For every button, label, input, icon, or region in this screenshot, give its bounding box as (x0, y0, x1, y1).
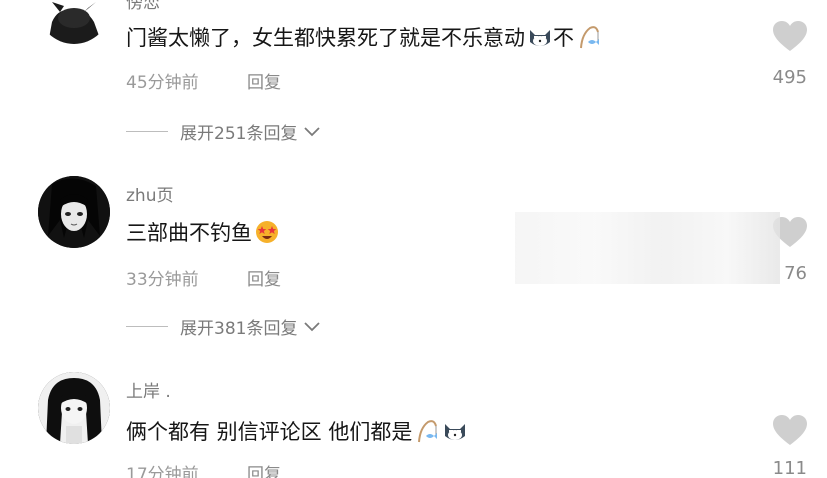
expand-replies-label: 展开251条回复 (180, 124, 298, 144)
username[interactable]: 傍恋 (126, 0, 160, 13)
cat-face-emoji (445, 424, 466, 440)
reply-button[interactable]: 回复 (247, 460, 281, 478)
reply-button[interactable]: 回复 (247, 265, 281, 290)
divider-line (126, 326, 168, 327)
like-button[interactable] (769, 414, 811, 446)
like-count: 76 (784, 263, 807, 284)
expand-replies[interactable]: 展开381条回复 (126, 314, 321, 339)
comment-text: 三部曲不钓鱼 (126, 217, 280, 247)
timestamp: 17分钟前 (126, 465, 199, 478)
username[interactable]: 上岸 . (126, 377, 171, 402)
comment-text: 门酱太懒了，女生都快累死了就是不乐意动 不 (126, 22, 602, 52)
comment-meta: 45分钟前 回复 (126, 68, 281, 93)
chevron-down-icon (304, 126, 321, 136)
comment-text: 俩个都有 别信评论区 他们都是 (126, 416, 468, 446)
comment-meta: 17分钟前 回复 (126, 460, 281, 478)
reply-button[interactable]: 回复 (247, 68, 281, 93)
like-count: 111 (772, 458, 807, 478)
comment-text-body: 俩个都有 别信评论区 他们都是 (126, 420, 413, 444)
username[interactable]: zhu页 (126, 181, 173, 206)
timestamp: 33分钟前 (126, 270, 199, 290)
star-struck-emoji (256, 221, 278, 243)
divider-line (126, 131, 168, 132)
avatar[interactable] (38, 372, 110, 444)
fishing-rod-emoji (418, 420, 438, 443)
avatar[interactable] (38, 176, 110, 248)
expand-replies[interactable]: 展开251条回复 (126, 119, 321, 144)
heart-icon (773, 415, 807, 445)
comment-meta: 33分钟前 回复 (126, 265, 281, 290)
timestamp: 45分钟前 (126, 73, 199, 93)
comment-text-body: 门酱太懒了，女生都快累死了就是不乐意动 (126, 26, 525, 50)
like-count: 495 (772, 67, 807, 88)
like-button[interactable] (769, 20, 811, 52)
blurred-overlay (515, 212, 780, 284)
comment-text-body: 三部曲不钓鱼 (126, 221, 252, 245)
cat-face-emoji (530, 30, 550, 46)
chevron-down-icon (304, 321, 321, 331)
heart-icon (773, 21, 807, 51)
fishing-rod-emoji (580, 26, 599, 49)
avatar[interactable] (38, 0, 110, 44)
comment-text-tail: 不 (553, 26, 574, 50)
expand-replies-label: 展开381条回复 (180, 319, 298, 339)
